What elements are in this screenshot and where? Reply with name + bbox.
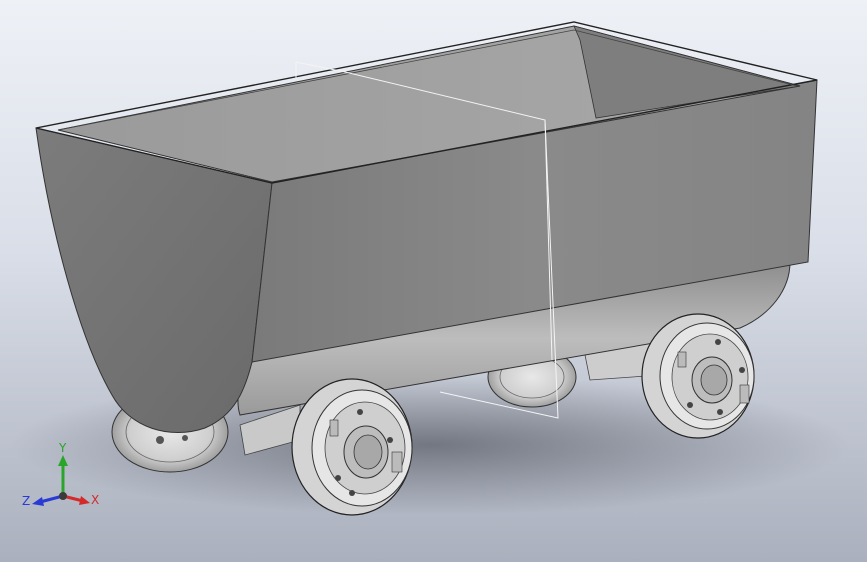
front-right-wheel (641, 313, 755, 439)
coordinate-triad: Y X Z (22, 441, 99, 508)
triad-x-label: X (91, 493, 99, 507)
y-axis-arrow-icon (58, 455, 68, 466)
triad-z-label: Z (22, 494, 30, 508)
mine-cart-model[interactable] (0, 0, 867, 562)
graphics-viewport[interactable]: Y X Z (0, 0, 867, 562)
x-axis-arrow-icon (79, 496, 90, 505)
z-axis-arrow-icon (32, 497, 44, 506)
front-left-wheel (291, 378, 413, 516)
triad-y-label: Y (58, 441, 67, 455)
